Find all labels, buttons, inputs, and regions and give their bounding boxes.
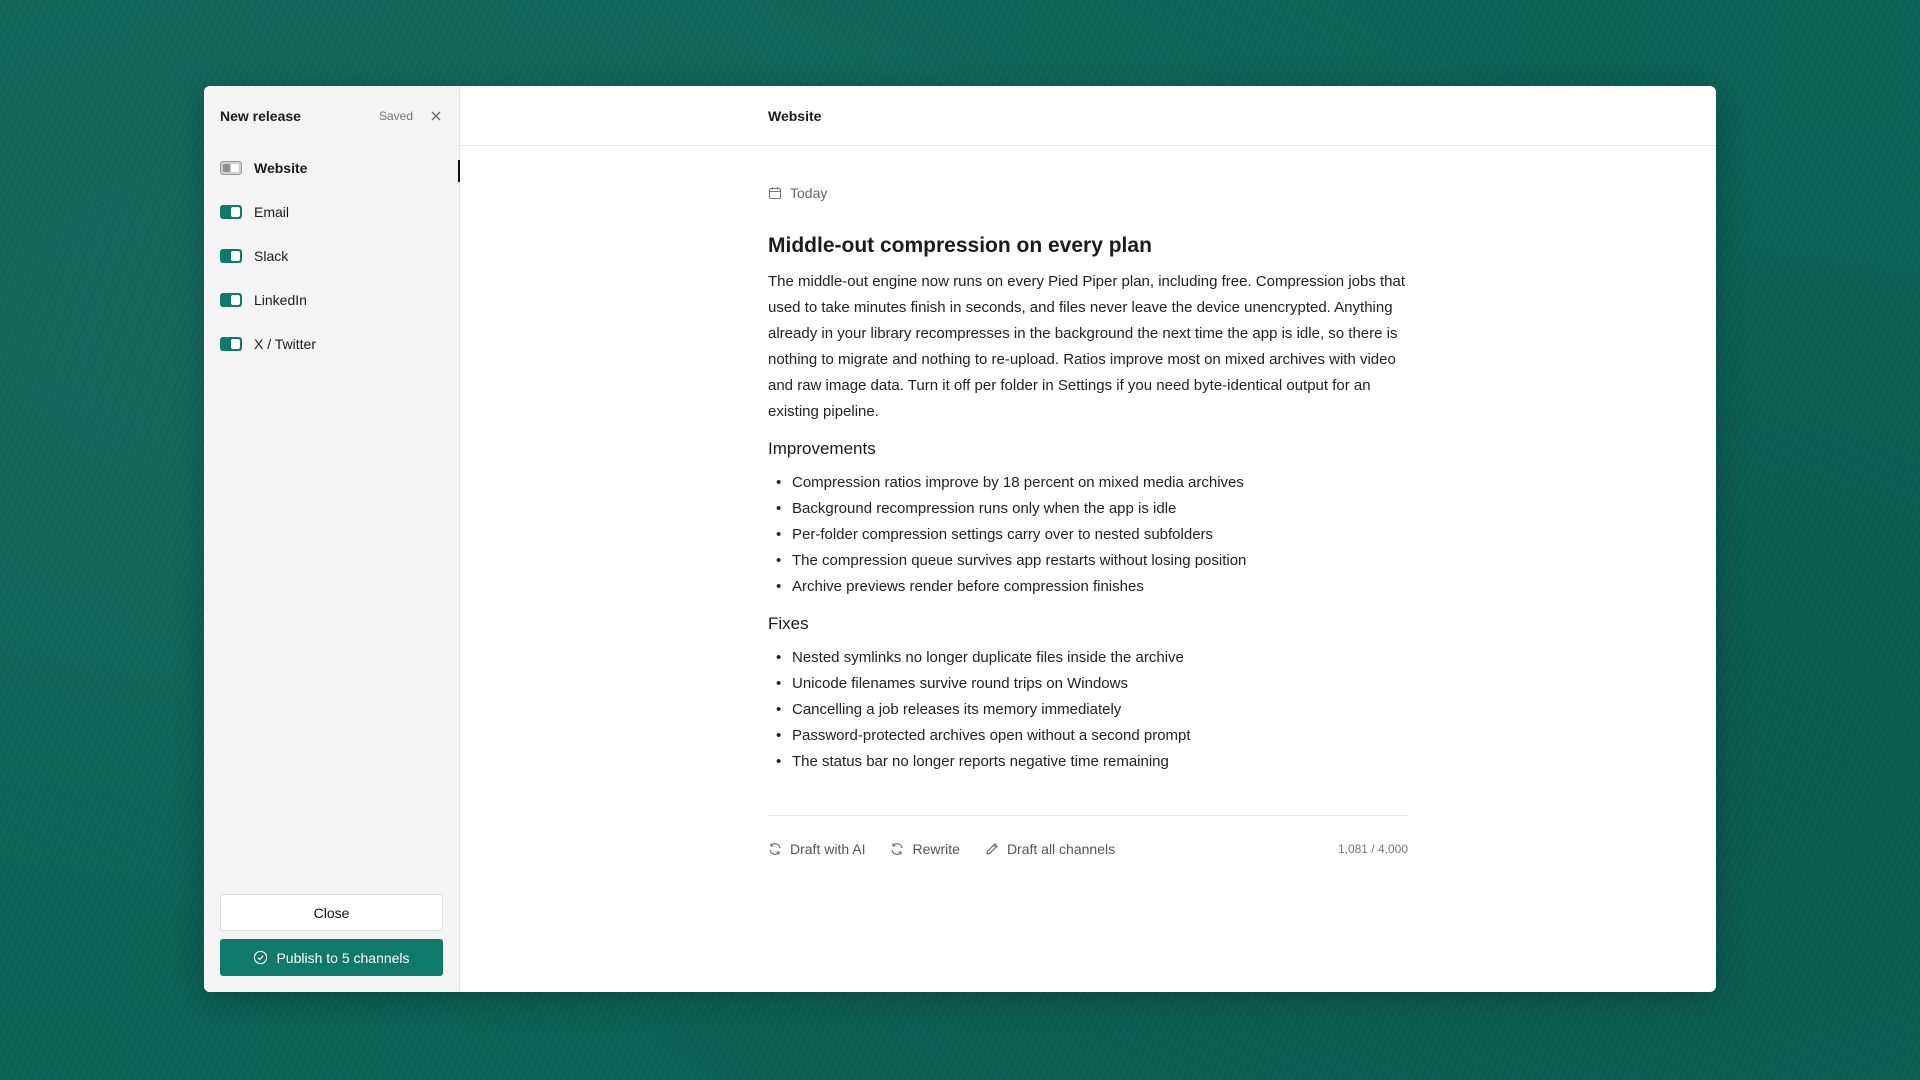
channel-label: X / Twitter <box>254 336 316 352</box>
post-body[interactable]: The middle-out engine now runs on every … <box>768 269 1408 425</box>
date-label: Today <box>790 185 828 201</box>
channel-toggle[interactable] <box>220 293 242 307</box>
dialog-title: New release <box>220 108 301 124</box>
draft-with-ai-label: Draft with AI <box>790 841 866 857</box>
list-item[interactable]: Per-folder compression settings carry ov… <box>768 522 1408 548</box>
refresh-icon <box>891 843 904 855</box>
list-item[interactable]: Cancelling a job releases its memory imm… <box>768 697 1408 723</box>
channel-website[interactable]: Website <box>204 146 460 190</box>
close-icon[interactable] <box>429 109 443 123</box>
sidebar-footer: Close Publish to 5 channels <box>220 894 443 976</box>
saved-status: Saved <box>378 109 413 123</box>
section-heading-fixes[interactable]: Fixes <box>768 612 1408 636</box>
post-content[interactable]: Today Middle-out compression on every pl… <box>768 185 1408 857</box>
section-heading-improvements[interactable]: Improvements <box>768 437 1408 461</box>
list-item[interactable]: Unicode filenames survive round trips on… <box>768 671 1408 697</box>
refresh-icon <box>769 843 781 855</box>
channel-toggle[interactable] <box>220 249 242 263</box>
improvements-list: Compression ratios improve by 18 percent… <box>768 470 1408 600</box>
channel-list: Website Email Slack LinkedIn X / Twitter <box>204 146 460 366</box>
draft-all-channels-label: Draft all channels <box>1006 841 1116 857</box>
channel-label: Slack <box>254 248 289 264</box>
pencil-icon <box>986 843 998 855</box>
channel-sidebar: New release Saved Website Email Slack Li… <box>204 86 460 992</box>
list-item[interactable]: The compression queue survives app resta… <box>768 548 1408 574</box>
channel-linkedin[interactable]: LinkedIn <box>204 278 459 322</box>
editor-header: Website <box>460 86 1716 146</box>
channel-slack[interactable]: Slack <box>204 234 459 278</box>
calendar-icon <box>768 187 782 200</box>
rewrite-label: Rewrite <box>912 841 960 857</box>
list-item[interactable]: Compression ratios improve by 18 percent… <box>768 470 1408 496</box>
fixes-list: Nested symlinks no longer duplicate file… <box>768 645 1408 775</box>
channel-label: LinkedIn <box>254 292 307 308</box>
channel-toggle[interactable] <box>220 161 242 175</box>
channel-x-twitter[interactable]: X / Twitter <box>204 322 459 366</box>
editor-toolbar: Draft with AI Rewrite Draft all channels… <box>768 815 1408 857</box>
publish-button[interactable]: Publish to 5 channels <box>220 939 443 976</box>
date-picker[interactable]: Today <box>768 185 1408 201</box>
close-button[interactable]: Close <box>220 894 443 931</box>
check-circle-icon <box>254 950 268 965</box>
release-dialog: New release Saved Website Email Slack Li… <box>204 86 1716 992</box>
character-counter: 1,081 / 4,000 <box>1337 842 1408 856</box>
publish-label: Publish to 5 channels <box>276 949 410 966</box>
list-item[interactable]: The status bar no longer reports negativ… <box>768 749 1408 775</box>
list-item[interactable]: Nested symlinks no longer duplicate file… <box>768 645 1408 671</box>
channel-toggle[interactable] <box>220 337 242 351</box>
post-title[interactable]: Middle-out compression on every plan <box>768 232 1408 260</box>
channel-title: Website <box>768 107 822 124</box>
editor-pane: Website Today Middle-out compression on … <box>460 86 1716 992</box>
draft-all-channels-button[interactable]: Draft all channels <box>985 841 1115 857</box>
channel-toggle[interactable] <box>220 205 242 219</box>
channel-label: Website <box>254 160 308 176</box>
sidebar-header: New release Saved <box>204 86 459 146</box>
channel-label: Email <box>254 204 290 220</box>
list-item[interactable]: Archive previews render before compressi… <box>768 574 1408 600</box>
draft-with-ai-button[interactable]: Draft with AI <box>768 841 865 857</box>
list-item[interactable]: Password-protected archives open without… <box>768 723 1408 749</box>
list-item[interactable]: Background recompression runs only when … <box>768 496 1408 522</box>
rewrite-button[interactable]: Rewrite <box>890 841 960 857</box>
channel-email[interactable]: Email <box>204 190 459 234</box>
